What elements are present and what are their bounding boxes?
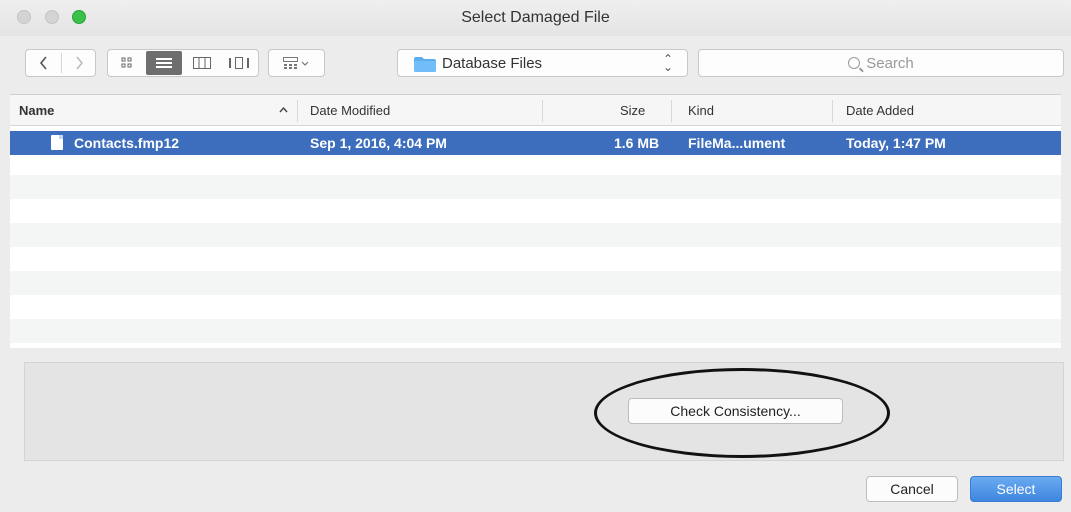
folder-icon — [414, 57, 436, 72]
toolbar: Database Files ⌃ ⌄ Search — [0, 36, 1071, 94]
empty-row — [10, 175, 1061, 199]
chevron-right-icon — [76, 56, 84, 70]
empty-row — [10, 223, 1061, 247]
icon-view-button[interactable] — [110, 50, 143, 76]
forward-button[interactable] — [62, 50, 96, 76]
arrange-icon — [282, 57, 308, 69]
column-view-button[interactable] — [184, 50, 220, 76]
location-label: Database Files — [442, 55, 543, 72]
search-placeholder: Search — [866, 55, 914, 72]
file-date-modified: Sep 1, 2016, 4:04 PM — [310, 135, 447, 151]
check-consistency-button[interactable]: Check Consistency... — [628, 398, 843, 424]
location-popup[interactable]: Database Files ⌃ ⌄ — [397, 49, 688, 77]
coverflow-view-button[interactable] — [221, 50, 257, 76]
column-header-date-added[interactable]: Date Added — [846, 103, 914, 118]
list-lines-icon — [156, 58, 172, 68]
file-date-added: Today, 1:47 PM — [846, 135, 946, 151]
file-kind: FileMa...ument — [688, 135, 786, 151]
search-field[interactable]: Search — [698, 49, 1064, 77]
file-dialog: Select Damaged File Database Files ⌃ ⌄ S… — [0, 0, 1071, 512]
arrange-button[interactable] — [269, 50, 324, 76]
icon-grid-icon — [121, 57, 131, 68]
file-row[interactable]: Contacts.fmp12 Sep 1, 2016, 4:04 PM 1.6 … — [10, 131, 1061, 155]
coverflow-icon — [229, 57, 249, 69]
column-header-row: Name Date Modified Size Kind Date Added — [10, 95, 1061, 126]
column-header-date-modified[interactable]: Date Modified — [310, 103, 390, 118]
column-header-name[interactable]: Name — [19, 103, 54, 118]
empty-row — [10, 271, 1061, 295]
empty-row — [10, 319, 1061, 343]
columns-icon — [193, 57, 211, 69]
file-list: Name Date Modified Size Kind Date Added … — [10, 94, 1061, 348]
file-name: Contacts.fmp12 — [74, 135, 180, 151]
chevron-left-icon — [39, 56, 47, 70]
cancel-button[interactable]: Cancel — [866, 476, 958, 502]
select-button[interactable]: Select — [970, 476, 1062, 502]
accessory-panel — [24, 362, 1064, 461]
document-icon — [51, 135, 63, 150]
updown-chevron-icon: ⌃ ⌄ — [662, 52, 673, 74]
sort-ascending-icon — [279, 107, 288, 113]
search-icon — [848, 57, 861, 69]
arrange-popup[interactable] — [268, 49, 325, 77]
column-header-kind[interactable]: Kind — [688, 103, 714, 118]
nav-segment — [25, 49, 96, 77]
title-bar: Select Damaged File — [0, 0, 1071, 36]
list-view-button[interactable] — [146, 51, 182, 75]
column-header-size[interactable]: Size — [620, 103, 645, 118]
file-size: 1.6 MB — [614, 135, 660, 151]
back-button[interactable] — [26, 50, 61, 76]
view-mode-segment — [107, 49, 259, 77]
window-title: Select Damaged File — [461, 9, 610, 26]
